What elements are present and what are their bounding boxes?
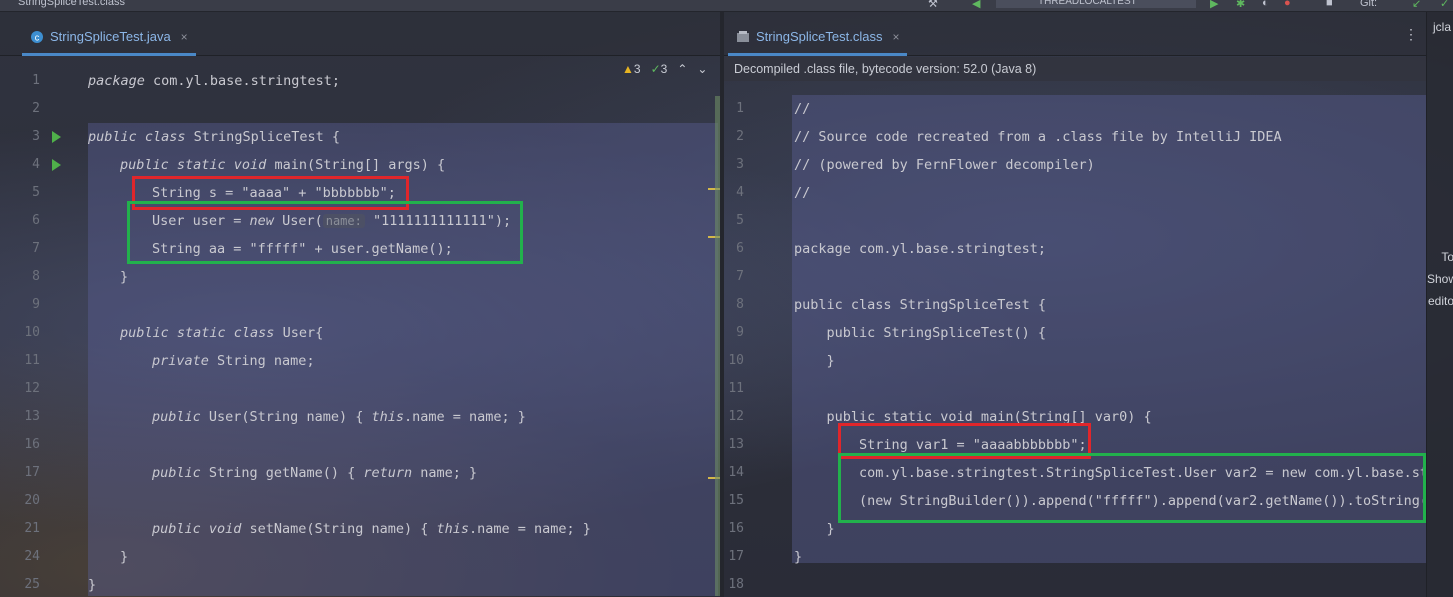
tab-label: StringSpliceTest.class [756,29,883,44]
line-number: 20 [24,493,40,508]
run-icon[interactable]: ▶ [1210,0,1218,10]
svg-text:c: c [35,32,40,42]
tab-label: StringSpliceTest.java [50,29,171,44]
annotation-green-box [127,201,523,264]
debug-icon[interactable]: ✱ [1236,0,1245,10]
line-number: 1 [736,101,744,116]
git-label: Git: [1360,0,1378,9]
code-line: } [794,521,835,537]
coverage-icon[interactable]: ◐ [1262,0,1269,9]
code-line: public void setName(String name) { this.… [152,521,591,537]
line-number: 16 [24,437,40,452]
code-line: public StringSpliceTest() { [794,325,1046,341]
code-line: package com.yl.base.stringtest; [88,73,340,89]
side-panel-label[interactable]: jcla [1433,20,1451,34]
side-hint-text: Show [1427,272,1453,286]
code-line: // Source code recreated from a .class f… [794,129,1282,145]
line-number: 10 [728,353,744,368]
code-line: } [120,549,129,565]
line-number: 14 [728,465,744,480]
more-options-icon[interactable]: ⋮ [1404,26,1418,43]
line-number: 3 [736,157,744,172]
line-number: 11 [728,381,744,396]
line-number: 15 [728,493,744,508]
editor-tabbar: StringSpliceTest.class × ⋮ [724,12,1426,56]
line-number: 16 [728,521,744,536]
line-number: 9 [32,297,40,312]
tab-stringsplicetest-java[interactable]: c StringSpliceTest.java × [22,20,196,56]
annotation-green-box [838,453,1426,523]
breadcrumb[interactable]: StringSpliceTest.class [18,0,125,8]
code-line: // [794,101,811,117]
hammer-icon[interactable]: ⚒ [928,0,938,10]
decompiled-editor-pane: StringSpliceTest.class × ⋮ Decompiled .c… [724,12,1426,597]
code-line: } [120,269,129,285]
back-arrow-icon[interactable]: ◀ [972,0,980,10]
navigation-bar: StringSpliceTest.class ⚒ ◀ THREADLOCALTE… [0,0,1453,12]
line-number: 4 [736,185,744,200]
code-line: public static void main(String[] args) { [120,157,446,173]
class-file-icon [736,30,750,44]
right-tool-strip: jcla To Show edito [1426,12,1453,597]
line-number: 7 [736,269,744,284]
editor-tabbar: c StringSpliceTest.java × [0,12,720,56]
line-number: 6 [736,241,744,256]
code-line: // (powered by FernFlower decompiler) [794,157,1095,173]
code-line: public String getName() { return name; } [152,465,478,481]
code-line: package com.yl.base.stringtest; [794,241,1046,257]
side-hint-text: edito [1427,294,1453,308]
code-line: public class StringSpliceTest { [794,297,1046,313]
code-line: private String name; [152,353,315,369]
line-number: 12 [728,409,744,424]
code-line: public class StringSpliceTest { [88,129,340,145]
line-number: 2 [736,129,744,144]
code-line: public User(String name) { this.name = n… [152,409,526,425]
line-number: 18 [728,577,744,592]
line-number: 12 [24,381,40,396]
tab-stringsplicetest-class[interactable]: StringSpliceTest.class × [728,20,908,56]
run-config-dropdown[interactable]: THREADLOCALTEST [996,0,1196,8]
line-number: 5 [736,213,744,228]
code-line: } [794,353,835,369]
java-editor-pane: c StringSpliceTest.java × ▲3 ✓3 ⌃ ⌄ 1 2 … [0,12,722,597]
code-editor[interactable]: ▲3 ✓3 ⌃ ⌄ 1 2 3 4 5 6 7 8 9 10 11 12 13 … [0,56,722,597]
code-line: } [794,549,803,565]
line-number: 8 [736,297,744,312]
line-number: 17 [728,549,744,564]
git-commit-icon[interactable]: ✓ [1440,0,1449,10]
profile-icon[interactable]: ● [1284,0,1291,9]
code-line: // [794,185,811,201]
line-number: 2 [32,101,40,116]
line-number: 13 [728,437,744,452]
decompiled-banner: Decompiled .class file, bytecode version… [724,57,1426,81]
code-editor[interactable]: 1 // 2 // Source code recreated from a .cl… [724,81,1426,597]
code-line: } [88,577,97,593]
code-line: public static class User{ [120,325,324,341]
close-icon[interactable]: × [892,30,899,44]
java-class-icon: c [30,30,44,44]
git-update-icon[interactable]: ↙ [1412,0,1421,10]
stop-icon[interactable]: ■ [1326,0,1333,9]
line-number: 9 [736,325,744,340]
side-hint-text: To [1441,250,1453,264]
close-icon[interactable]: × [181,30,188,44]
